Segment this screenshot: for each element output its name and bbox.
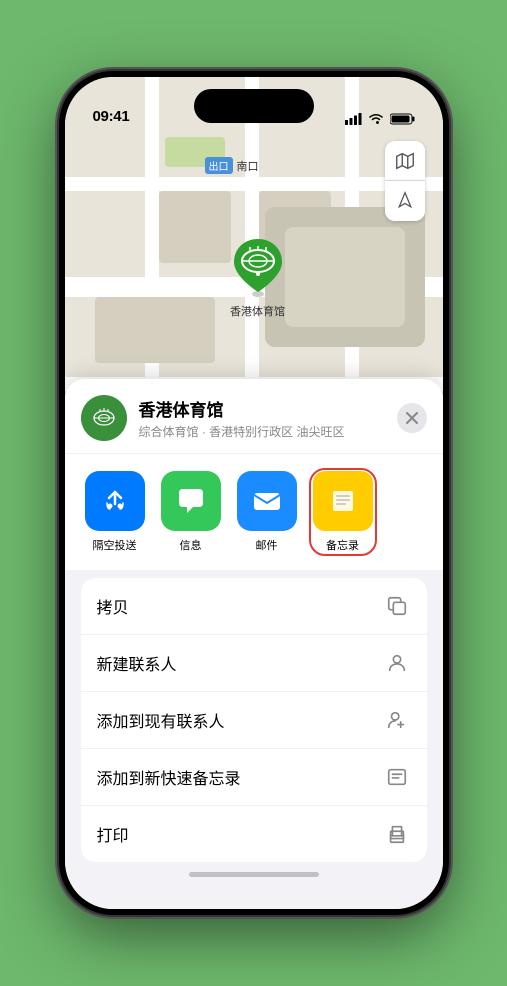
phone-screen: 09:41	[65, 77, 443, 909]
home-indicator	[65, 872, 443, 877]
map-controls	[385, 141, 425, 221]
status-time: 09:41	[93, 108, 130, 125]
battery-icon	[390, 113, 415, 125]
action-new-contact[interactable]: 新建联系人	[81, 635, 427, 692]
phone-frame: 09:41	[59, 71, 449, 915]
map-icon	[394, 150, 416, 172]
poi-tag: 出口	[205, 157, 233, 174]
map-layer-button[interactable]	[385, 141, 425, 181]
share-row: 隔空投送 信息	[65, 453, 443, 570]
venue-pin-label: 香港体育馆	[230, 303, 285, 319]
notes-label: 备忘录	[326, 537, 359, 553]
messages-icon-wrap	[161, 471, 221, 531]
close-button[interactable]	[397, 403, 427, 433]
venue-subtitle: 综合体育馆 · 香港特别行政区 油尖旺区	[139, 423, 397, 440]
dynamic-island	[194, 89, 314, 123]
airdrop-icon	[98, 484, 132, 518]
messages-label: 信息	[180, 537, 202, 553]
notes-icon	[325, 483, 361, 519]
print-icon	[383, 820, 411, 848]
add-existing-label: 添加到现有联系人	[97, 708, 225, 732]
share-notes[interactable]: 备忘录	[309, 468, 377, 556]
action-list: 拷贝 新建联系人	[81, 578, 427, 862]
action-add-existing[interactable]: 添加到现有联系人	[81, 692, 427, 749]
poi-label: 出口 南口	[205, 157, 259, 174]
sheet-header: 香港体育馆 综合体育馆 · 香港特别行政区 油尖旺区	[65, 379, 443, 453]
mail-icon-wrap	[237, 471, 297, 531]
action-add-memo[interactable]: 添加到新快速备忘录	[81, 749, 427, 806]
venue-info: 香港体育馆 综合体育馆 · 香港特别行政区 油尖旺区	[139, 396, 397, 440]
airdrop-label: 隔空投送	[93, 537, 137, 553]
action-copy[interactable]: 拷贝	[81, 578, 427, 635]
new-contact-icon	[383, 649, 411, 677]
add-memo-label: 添加到新快速备忘录	[97, 765, 241, 789]
notes-icon-wrap	[313, 471, 373, 531]
map-pin	[230, 237, 286, 299]
copy-label: 拷贝	[97, 594, 129, 618]
venue-name: 香港体育馆	[139, 396, 397, 421]
location-button[interactable]	[385, 181, 425, 221]
share-airdrop[interactable]: 隔空投送	[81, 471, 149, 553]
status-icons	[345, 113, 415, 125]
share-mail[interactable]: 邮件	[233, 471, 301, 553]
airdrop-icon-wrap	[85, 471, 145, 531]
action-print[interactable]: 打印	[81, 806, 427, 862]
mail-label: 邮件	[256, 537, 278, 553]
signal-icon	[345, 113, 362, 125]
mail-icon	[249, 483, 285, 519]
location-arrow-icon	[395, 191, 415, 211]
venue-icon	[81, 395, 127, 441]
new-contact-label: 新建联系人	[97, 651, 177, 675]
messages-icon	[173, 483, 209, 519]
close-icon	[406, 412, 418, 424]
wifi-icon	[368, 113, 384, 125]
poi-name: 南口	[237, 158, 259, 174]
copy-icon	[383, 592, 411, 620]
add-memo-icon	[383, 763, 411, 791]
share-messages[interactable]: 信息	[157, 471, 225, 553]
bottom-sheet: 香港体育馆 综合体育馆 · 香港特别行政区 油尖旺区	[65, 379, 443, 909]
map-pin-container: 香港体育馆	[230, 237, 286, 319]
venue-pin-svg	[230, 237, 286, 299]
add-existing-icon	[383, 706, 411, 734]
venue-icon-svg	[90, 404, 118, 432]
print-label: 打印	[97, 822, 129, 846]
